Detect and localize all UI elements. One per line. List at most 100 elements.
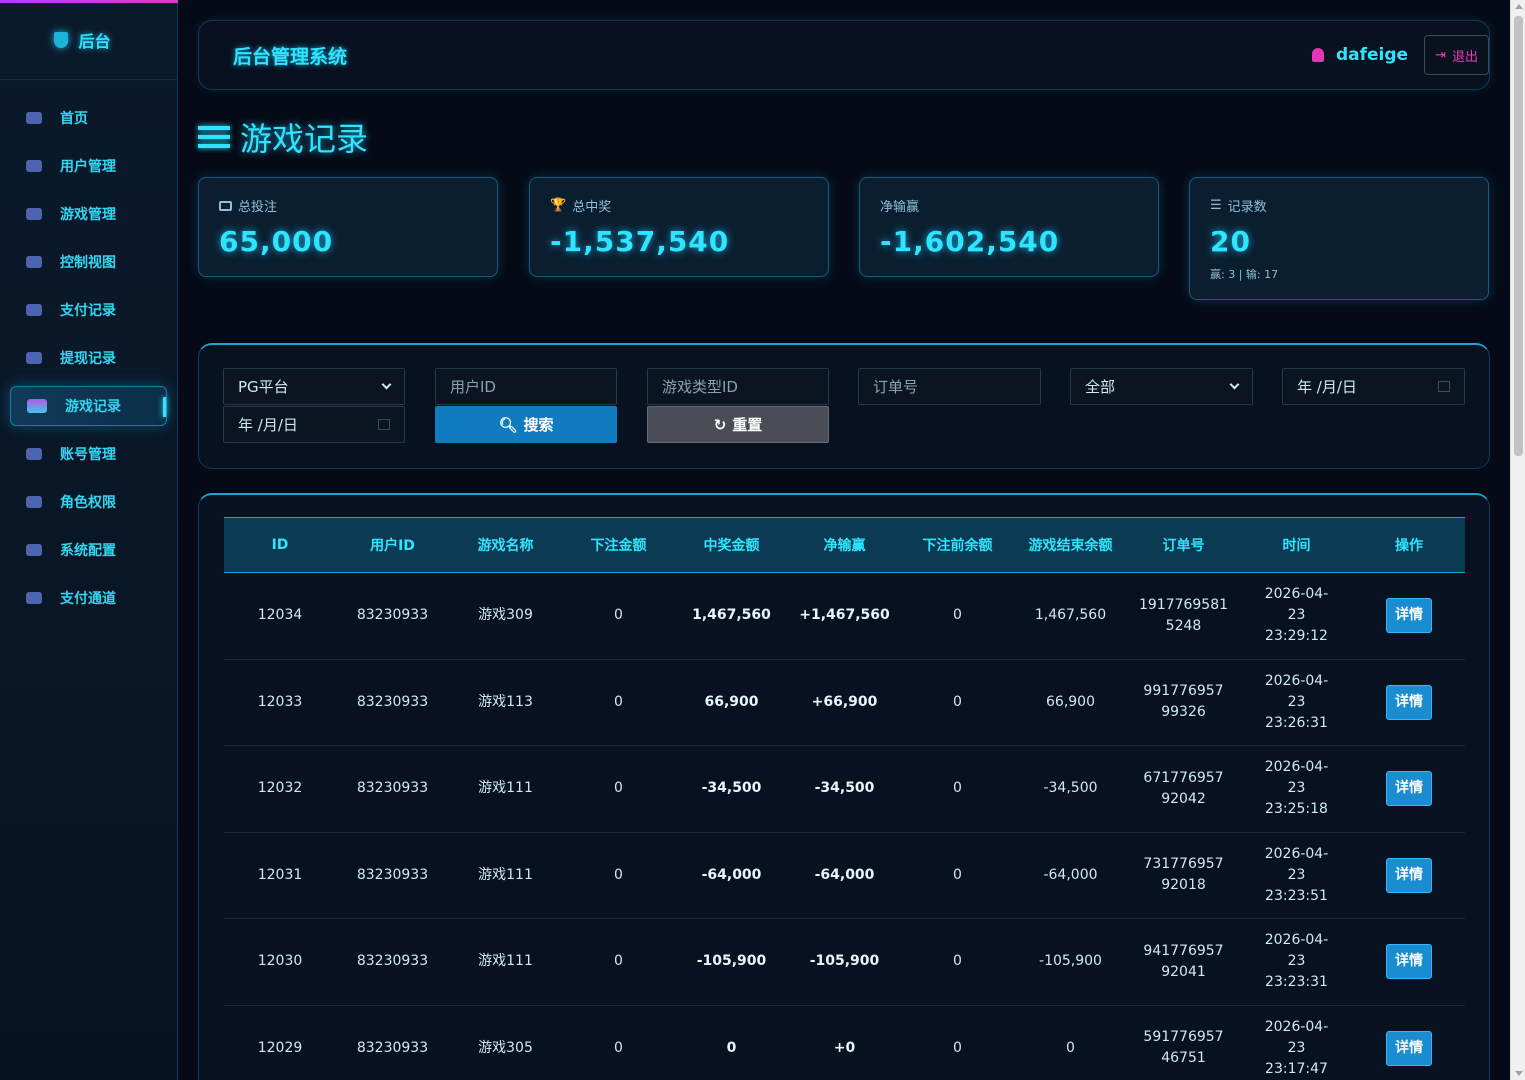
cell-win: -105,900 [675,918,788,1006]
time-line: 2026-04- [1264,586,1329,603]
detail-button[interactable]: 详情 [1386,1030,1432,1066]
sidebar-item-label: 角色权限 [60,495,116,511]
time-line: 23:29:12 [1265,628,1328,645]
brand-label: 后台 [78,31,111,51]
sidebar-item-home[interactable]: 首页 [10,98,167,138]
reset-button[interactable]: ↻ 重置 [647,406,829,443]
column-header[interactable]: 下注金额 [562,517,675,573]
cell-after-balance: -34,500 [1014,745,1127,833]
column-header[interactable]: 用户ID [336,517,449,573]
cell-action: 详情 [1353,659,1465,746]
time-line: 23 [1287,693,1306,710]
sidebar-brand: 后台 [0,0,177,80]
detail-button[interactable]: 详情 [1386,684,1432,720]
column-header[interactable]: 游戏名称 [449,517,562,573]
date-start-input[interactable]: 年 /月/日 [1282,368,1465,405]
stat-value: 20 [1210,225,1251,258]
order-input[interactable]: 订单号 [858,368,1041,405]
cell-win: 66,900 [675,659,788,746]
table-row: 12034 83230933 游戏309 0 1,467,560 +1,467,560 0 1… [224,572,1465,660]
time-line: 23:23:51 [1265,887,1328,904]
sidebar-item-label: 用户管理 [60,159,116,175]
table-header-row: ID 用户ID 游戏名称 下注金额 中奖金额 净输赢 下注前余额 游戏结束余额 … [224,517,1465,573]
scrollbar-thumb[interactable] [1514,16,1523,456]
stat-label: 记录数 [1227,200,1267,215]
stat-value: 65,000 [219,225,334,258]
logout-label: 退出 [1451,49,1478,65]
time-line: 23:25:18 [1265,801,1328,818]
detail-button[interactable]: 详情 [1386,944,1432,980]
cell-bet: 0 [562,572,675,660]
sidebar-item-settings[interactable]: 系统配置 [10,530,167,570]
column-header[interactable]: 下注前余额 [901,517,1014,573]
stat-label: 总投注 [238,200,278,215]
cell-order: 731776957 92018 [1127,832,1240,919]
cell-time: 2026-04- 23 23:23:51 [1240,832,1353,919]
sidebar-nav: 首页 用户管理 游戏管理 控制视图 支付记录 提现记录 游戏记录 账号管理 角色… [0,98,177,618]
cell-bet: 0 [562,1005,675,1080]
platform-select[interactable]: PG平台 [223,368,405,405]
detail-button[interactable]: 详情 [1386,771,1432,807]
cell-game-name: 游戏111 [449,832,562,919]
table-row: 12030 83230933 游戏111 0 -105,900 -105,900 0 -105… [224,918,1465,1006]
cell-net: -105,900 [788,918,901,1006]
column-header[interactable]: 中奖金额 [675,517,788,573]
sidebar-item-payments[interactable]: 支付记录 [10,290,167,330]
scroll-up-icon[interactable] [1515,4,1523,9]
page-scrollbar[interactable] [1510,0,1525,1080]
user-id-input[interactable]: 用户ID [435,368,617,405]
sidebar-item-payment-channels[interactable]: 支付通道 [10,578,167,618]
column-header[interactable]: ID [224,517,336,573]
user-id-placeholder: 用户ID [450,378,496,396]
sidebar-item-users[interactable]: 用户管理 [10,146,167,186]
sidebar-item-game-records[interactable]: 游戏记录 [10,386,167,426]
order-line: 5248 [1165,617,1202,634]
sidebar-item-accounts[interactable]: 账号管理 [10,434,167,474]
cell-id: 12030 [224,918,336,1006]
column-header[interactable]: 操作 [1353,517,1465,573]
sidebar-item-label: 控制视图 [60,255,116,271]
detail-button[interactable]: 详情 [1386,598,1432,634]
top-header: 后台管理系统 dafeige ⇥ 退出 [198,20,1490,90]
logout-icon: ⇥ [1435,47,1446,63]
status-select[interactable]: 全部 [1070,368,1253,405]
page-title-text: 游戏记录 [240,120,369,158]
date-end-input[interactable]: 年 /月/日 [223,406,405,443]
time-line: 2026-04- [1264,845,1329,862]
cell-action: 详情 [1353,1005,1465,1080]
sidebar-item-games[interactable]: 游戏管理 [10,194,167,234]
sidebar-item-withdrawals[interactable]: 提现记录 [10,338,167,378]
logout-button[interactable]: ⇥ 退出 [1424,35,1489,75]
detail-button[interactable]: 详情 [1386,857,1432,893]
cell-order: 1917769581 5248 [1127,572,1240,660]
chevron-down-icon [1229,379,1240,390]
cell-game-name: 游戏111 [449,918,562,1006]
time-line: 2026-04- [1264,932,1329,949]
cell-action: 详情 [1353,572,1465,660]
cell-id: 12032 [224,745,336,833]
date-end-value: 年 /月/日 [238,416,298,434]
sidebar-item-label: 提现记录 [60,351,116,367]
game-type-input[interactable]: 游戏类型ID [647,368,829,405]
time-line: 23:26:31 [1265,714,1328,731]
search-button[interactable]: 🔍︎ 搜索 [435,406,617,443]
stat-sub: 赢: 3 | 输: 17 [1210,268,1279,281]
column-header[interactable]: 游戏结束余额 [1014,517,1127,573]
channels-icon [26,592,42,604]
column-header[interactable]: 净输赢 [788,517,901,573]
order-line: 92041 [1161,963,1206,980]
column-header[interactable]: 订单号 [1127,517,1240,573]
cell-action: 详情 [1353,745,1465,833]
cell-user-id: 83230933 [336,918,449,1006]
sidebar-item-roles[interactable]: 角色权限 [10,482,167,522]
platform-value: PG平台 [238,378,289,396]
column-header[interactable]: 时间 [1240,517,1353,573]
cell-time: 2026-04- 23 23:26:31 [1240,659,1353,746]
sidebar-item-control-view[interactable]: 控制视图 [10,242,167,282]
stat-total-bet: 总投注 65,000 [198,177,498,277]
refresh-icon: ↻ [713,415,727,434]
sidebar-item-label: 账号管理 [60,447,116,463]
time-line: 23 [1287,953,1306,970]
scroll-down-icon[interactable] [1515,1071,1523,1076]
stat-value: -1,602,540 [880,225,1060,258]
